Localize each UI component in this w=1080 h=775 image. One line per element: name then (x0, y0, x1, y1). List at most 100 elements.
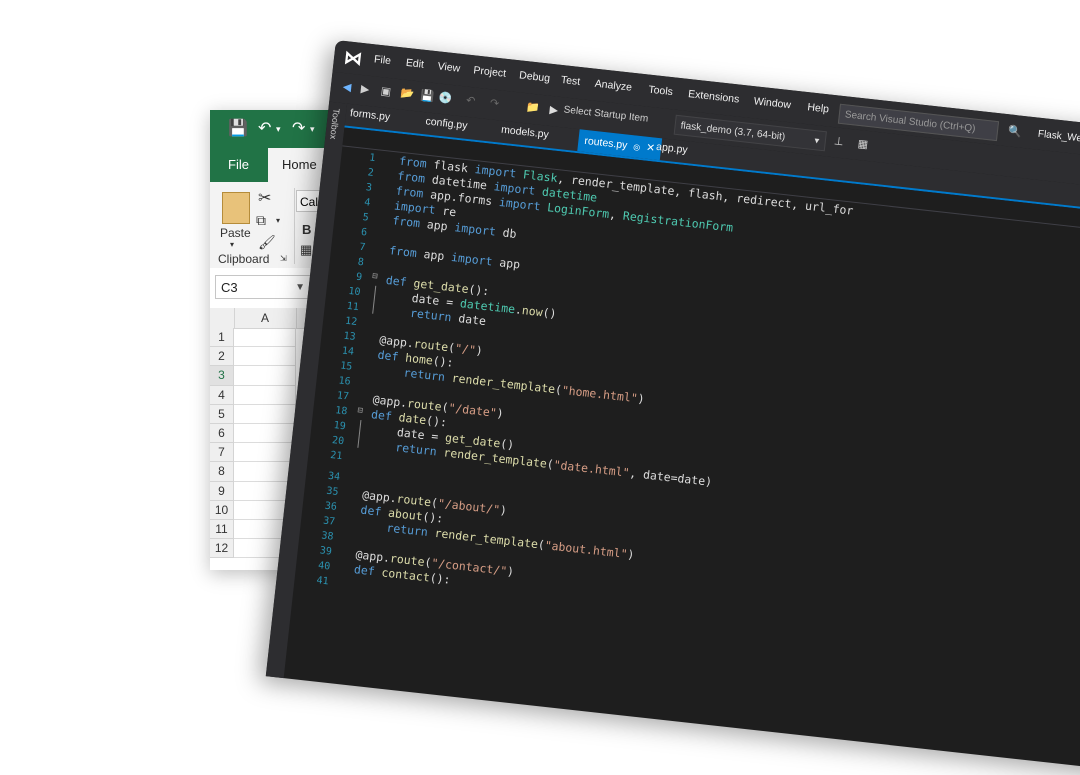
line-number: 8 (357, 256, 365, 269)
open-folder-icon[interactable]: 📂 (400, 86, 415, 100)
row-number[interactable]: 5 (210, 404, 234, 424)
menu-edit[interactable]: Edit (405, 57, 424, 71)
line-number: 35 (325, 485, 339, 498)
start-icon[interactable]: ▶ (549, 103, 559, 117)
toolbox-label[interactable]: Toolbox (328, 108, 341, 140)
column-header-a[interactable]: A (234, 308, 297, 328)
redo-icon[interactable]: ↷ (292, 118, 305, 138)
collapse-icon[interactable]: ⊟ (357, 406, 363, 417)
menu-tools[interactable]: Tools (648, 84, 674, 99)
line-number: 21 (329, 449, 343, 463)
menu-file[interactable]: File (373, 53, 391, 67)
menu-debug[interactable]: Debug (519, 69, 551, 84)
name-box[interactable]: C3 ▼ (215, 275, 311, 299)
line-number: 15 (339, 360, 353, 373)
bold-button[interactable]: B (302, 222, 311, 237)
save-icon[interactable]: 💾 (420, 89, 435, 103)
menu-window[interactable]: Window (753, 95, 791, 111)
tab-forms[interactable]: forms.py (349, 107, 390, 123)
save-all-icon[interactable]: 💿 (438, 91, 453, 105)
paste-button[interactable]: Paste (220, 226, 251, 240)
redo-dropdown-icon[interactable]: ▾ (310, 124, 315, 135)
redo-icon[interactable]: ↷ (489, 96, 500, 110)
undo-icon[interactable]: ↶ (258, 118, 271, 138)
row-number[interactable]: 6 (210, 423, 234, 444)
row-number[interactable]: 12 (210, 539, 234, 559)
grid-cell[interactable] (234, 423, 296, 444)
window-layout-icon[interactable]: ▦ (857, 137, 869, 151)
grid-cell[interactable] (234, 404, 296, 424)
tab-file[interactable]: File (214, 148, 263, 182)
undo-icon[interactable]: ↶ (465, 94, 476, 108)
row-number[interactable]: 3 (210, 366, 234, 386)
attach-icon[interactable]: 📁 (525, 100, 540, 114)
line-number: 38 (320, 530, 335, 543)
back-icon[interactable]: ◀ (342, 80, 352, 94)
line-number: 17 (336, 390, 350, 403)
visual-studio-logo-icon: ⋈ (343, 47, 364, 69)
line-number: 9 (355, 271, 363, 284)
collapse-icon[interactable]: ⊟ (372, 271, 378, 282)
search-icon[interactable]: 🔍 (1007, 124, 1022, 138)
line-number: 2 (366, 167, 375, 179)
copy-icon[interactable]: ⧉ (256, 212, 266, 229)
borders-icon[interactable]: ▦ (300, 242, 312, 258)
forward-icon[interactable]: ▶ (360, 82, 370, 96)
close-icon[interactable]: ✕ (646, 142, 656, 155)
group-divider (294, 188, 295, 264)
menu-test[interactable]: Test (560, 74, 580, 88)
row-number[interactable]: 1 (210, 328, 234, 348)
row-number[interactable]: 9 (210, 481, 234, 501)
menu-analyze[interactable]: Analyze (594, 78, 632, 94)
line-number: 10 (347, 285, 362, 299)
tab-config[interactable]: config.py (425, 115, 468, 132)
grid-cell[interactable] (234, 443, 296, 463)
menu-view[interactable]: View (437, 60, 461, 74)
line-number: 41 (315, 575, 330, 588)
line-number: 40 (317, 560, 331, 573)
dialog-launcher-icon[interactable]: ⇲ (280, 254, 287, 263)
new-item-icon[interactable]: ▣ (380, 84, 392, 98)
python-env-icon[interactable]: ⊥ (833, 134, 844, 148)
paste-icon[interactable] (222, 192, 250, 224)
copy-dropdown-icon[interactable]: ▾ (276, 216, 280, 225)
row-number[interactable]: 7 (210, 443, 234, 463)
grid-cell[interactable] (234, 385, 296, 405)
undo-dropdown-icon[interactable]: ▾ (276, 124, 281, 135)
row-number[interactable]: 4 (210, 385, 234, 405)
environment-select-value: flask_demo (3.7, 64-bit) (680, 120, 786, 143)
visual-studio-window: ⋈ File Edit View Project Debug Test Anal… (265, 40, 1080, 775)
format-painter-icon[interactable]: 🖌 (258, 234, 276, 251)
chevron-down-icon[interactable]: ▼ (812, 131, 822, 152)
cut-icon[interactable]: ✂ (258, 188, 271, 208)
grid-cell[interactable] (234, 366, 296, 386)
row-number[interactable]: 8 (210, 462, 234, 482)
line-number: 39 (319, 545, 333, 558)
grid-cell[interactable] (234, 328, 296, 348)
row-number[interactable]: 10 (210, 500, 234, 520)
chevron-down-icon[interactable]: ▼ (295, 276, 305, 300)
row-number[interactable]: 11 (210, 519, 234, 540)
code-line[interactable]: return render_template("date.html", date… (367, 437, 713, 489)
fold-guide (357, 419, 362, 448)
paste-dropdown-icon[interactable]: ▾ (230, 240, 234, 249)
tab-models[interactable]: models.py (500, 124, 549, 141)
line-number: 37 (322, 515, 336, 528)
code-editor[interactable]: 1 2 3 4 5 6 7 8 9 10 11 12 13 14 15 16 1… (283, 147, 1080, 775)
menu-extensions[interactable]: Extensions (688, 88, 740, 106)
pin-icon[interactable]: ◎ (633, 142, 641, 152)
line-number: 18 (334, 405, 348, 418)
code-line[interactable]: from app import app (388, 243, 520, 271)
clipboard-group-label: Clipboard (218, 252, 270, 266)
name-box-value: C3 (221, 280, 238, 295)
row-number[interactable]: 2 (210, 347, 234, 367)
fold-guide (372, 285, 377, 314)
startup-item-button[interactable]: Select Startup Item (563, 104, 649, 124)
line-number: 11 (346, 300, 360, 314)
menu-help[interactable]: Help (807, 101, 830, 115)
menu-project[interactable]: Project (473, 64, 507, 80)
tab-routes-label: routes.py (583, 134, 629, 152)
select-all-corner[interactable] (210, 308, 235, 328)
grid-cell[interactable] (234, 347, 296, 367)
save-icon[interactable]: 💾 (228, 118, 248, 138)
